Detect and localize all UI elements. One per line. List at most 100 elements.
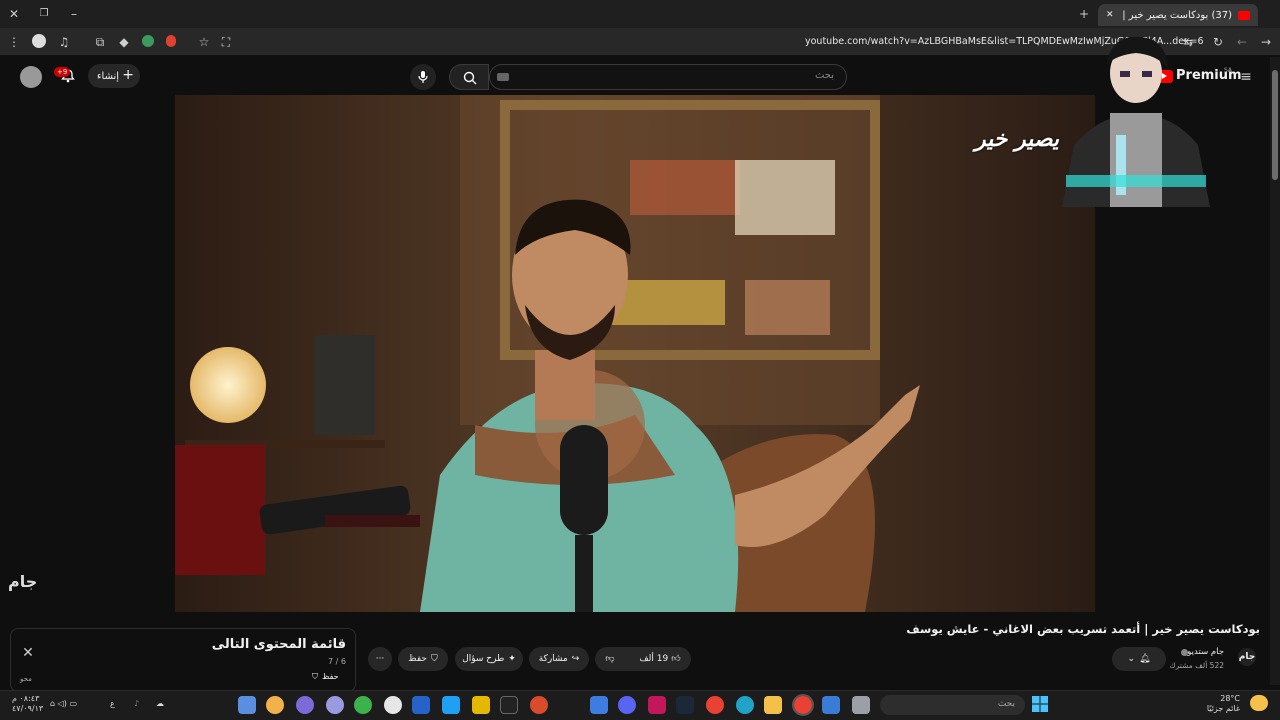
taskbar-chrome-icon[interactable]: [706, 696, 724, 714]
ask-button[interactable]: ✦ طرح سؤال: [455, 647, 523, 671]
share-label: مشاركة: [538, 654, 568, 664]
restore-window-icon[interactable]: ❐: [36, 6, 52, 22]
youtube-favicon-icon: [1238, 10, 1250, 20]
search-button[interactable]: [449, 64, 489, 90]
video-title: بودكاست يصير خير | أتعمد تسريب بعض الاغا…: [906, 622, 1260, 636]
windows-taskbar: [0, 690, 1280, 720]
taskbar-app-14-icon[interactable]: [648, 696, 666, 714]
clock[interactable]: ٠٨:٤٣ م ٤٧/٠٩/١٣: [12, 694, 43, 714]
region-label: SA: [1224, 67, 1233, 74]
tray-icons[interactable]: ⌂ ◁) ▭: [50, 699, 77, 708]
taskbar-windows-apps-icon[interactable]: [442, 696, 460, 714]
playlist-save-label: حفظ: [322, 672, 339, 681]
clock-date: ٤٧/٠٩/١٣: [12, 704, 44, 713]
chevron-down-icon: ⌄: [1127, 654, 1136, 664]
minimize-window-icon[interactable]: –: [66, 6, 82, 22]
subscribed-button[interactable]: 🔔︎ ⌄: [1112, 647, 1166, 671]
taskbar-epic-icon[interactable]: [500, 696, 518, 714]
scrollbar-thumb[interactable]: [1272, 70, 1278, 180]
share-button[interactable]: ↪ مشاركة: [529, 647, 589, 671]
ask-label: طرح سؤال: [462, 654, 505, 664]
bookmark-outline-icon: ⛉: [312, 672, 318, 681]
taskbar-app-12-icon[interactable]: [590, 696, 608, 714]
weather-widget[interactable]: 28°C غائم جزئيًا: [1207, 694, 1240, 714]
weather-temp: 28°C: [1220, 694, 1240, 703]
tab-active[interactable]: (37) بودكاست يصير خير | أتعـ... ✕: [1098, 4, 1258, 26]
reload-icon[interactable]: ↻: [1210, 34, 1226, 50]
dislike-button[interactable]: 👎︎: [605, 654, 614, 664]
like-button[interactable]: 👍︎ 19 ألف: [639, 654, 680, 664]
onedrive-icon[interactable]: ☁: [156, 699, 164, 708]
taskbar-steam-icon[interactable]: [676, 696, 694, 714]
tab-title: (37) بودكاست يصير خير | أتعـ...: [1120, 9, 1232, 21]
video-frame: [175, 95, 1095, 612]
notifications-badge: +9: [54, 67, 71, 77]
plus-icon: +: [122, 67, 134, 83]
microphone-icon: [418, 71, 428, 83]
screenshot-icon[interactable]: ⛶: [218, 34, 234, 50]
more-actions-button[interactable]: ···: [368, 647, 392, 671]
bell-icon: 🔔︎: [1139, 654, 1151, 664]
taskbar-app-7-icon[interactable]: [412, 696, 430, 714]
account-avatar[interactable]: [20, 66, 42, 88]
hamburger-menu-icon[interactable]: ≡: [1238, 69, 1254, 85]
taskbar-app-1-icon[interactable]: [238, 696, 256, 714]
taskbar-app-2-icon[interactable]: [266, 696, 284, 714]
verified-icon: [1181, 649, 1188, 656]
close-playlist-icon[interactable]: ✕: [20, 645, 36, 661]
channel-avatar[interactable]: جام: [1238, 648, 1256, 666]
channel-overlay-logo: يصير خير: [975, 127, 1060, 152]
vtuber-avatar-overlay: [1062, 35, 1210, 207]
playlist-sub-label: محو: [20, 675, 32, 683]
media-controls-icon[interactable]: ♫: [56, 34, 72, 50]
playlist-title: قائمة المحتوى التالى: [211, 637, 346, 652]
playlist-save-button[interactable]: حفظ ⛉: [312, 672, 339, 682]
tab-close-icon[interactable]: ✕: [1106, 10, 1114, 20]
taskbar-colorful-icon[interactable]: [354, 696, 372, 714]
create-button[interactable]: + إنشاء: [88, 64, 140, 88]
extension-red-icon[interactable]: [166, 35, 176, 47]
voice-search-button[interactable]: [410, 64, 436, 90]
video-player[interactable]: [175, 95, 1095, 612]
bookmark-icon: ⛉: [430, 654, 438, 664]
taskbar-chrome-active-icon[interactable]: [792, 694, 814, 716]
taskbar-app-4-icon[interactable]: [326, 696, 344, 714]
language-indicator[interactable]: ع: [110, 699, 115, 708]
extensions-icon[interactable]: ⧉: [92, 34, 108, 50]
save-button[interactable]: ⛉ حفظ: [398, 647, 448, 671]
windows-start-icon[interactable]: [1032, 696, 1048, 712]
keyboard-icon[interactable]: [497, 73, 509, 81]
thumbs-up-icon: 👍︎: [671, 654, 681, 664]
close-window-icon[interactable]: ✕: [6, 6, 22, 22]
like-count: 19 ألف: [639, 654, 669, 664]
taskbar-store-icon[interactable]: [822, 696, 840, 714]
weather-desc: غائم جزئيًا: [1206, 704, 1240, 713]
bookmark-star-icon[interactable]: ☆: [196, 34, 212, 50]
channel-name[interactable]: جام ستديو: [1187, 647, 1224, 657]
save-label: حفظ: [408, 654, 427, 664]
share-icon: ↪: [571, 654, 580, 664]
back-icon[interactable]: →: [1258, 34, 1274, 50]
forward-icon[interactable]: ←: [1234, 34, 1250, 50]
taskbar-explorer-icon[interactable]: [764, 696, 782, 714]
taskbar-app-11-icon[interactable]: [530, 696, 548, 714]
taskbar-taskview-icon[interactable]: [852, 696, 870, 714]
subscriber-count: 522 ألف مشترك: [1169, 661, 1224, 670]
taskbar-edge-icon[interactable]: [736, 696, 754, 714]
taskbar-app-3-icon[interactable]: [296, 696, 314, 714]
new-tab-button[interactable]: +: [1076, 6, 1092, 22]
extension-shield-icon[interactable]: [142, 35, 154, 47]
taskbar-search-input[interactable]: بحث: [880, 695, 1025, 715]
menu-dots-icon[interactable]: ⋮: [6, 34, 22, 50]
taskbar-app-9-icon[interactable]: [472, 696, 490, 714]
playlist-position: 7 / 6: [328, 657, 346, 666]
taskbar-app-6-icon[interactable]: [384, 696, 402, 714]
left-empty-area: [0, 95, 175, 612]
clock-time: ٠٨:٤٣ م: [12, 694, 40, 703]
extension-diamond-icon[interactable]: ◆: [116, 34, 132, 50]
taskbar-discord-icon[interactable]: [618, 696, 636, 714]
browser-tab-bar: ✕ ❐ – + (37) بودكاست يصير خير | أتعـ... …: [0, 0, 1280, 28]
profile-avatar-icon[interactable]: [32, 34, 46, 48]
search-input[interactable]: بحث: [489, 64, 847, 90]
mic-tray-icon[interactable]: ♪: [134, 699, 139, 708]
